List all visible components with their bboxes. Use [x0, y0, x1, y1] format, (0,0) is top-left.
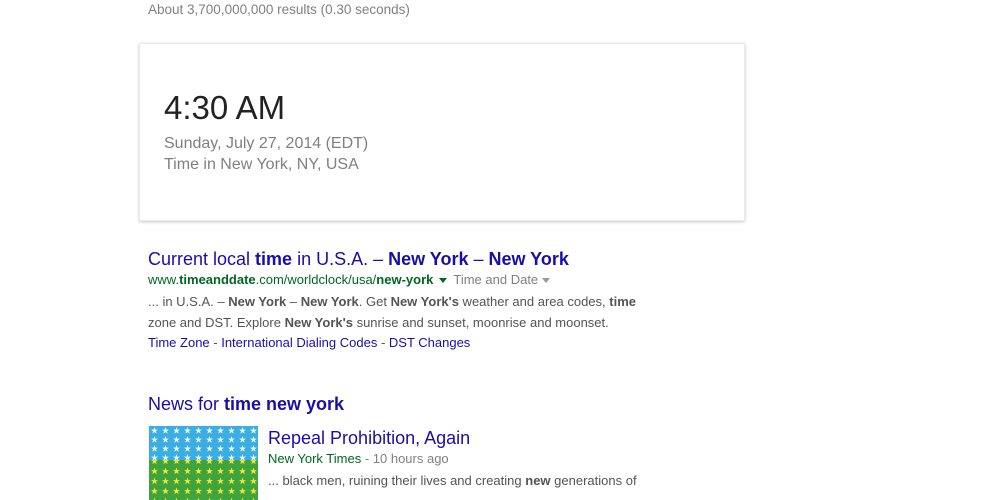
search-results-page: About 3,700,000,000 results (0.30 second… [0, 0, 1000, 500]
sitelink-separator: - [209, 335, 222, 350]
search-result: Current local time in U.S.A. – New York … [148, 248, 718, 352]
result-title-bold: New York [388, 249, 469, 269]
news-separator-text: - [361, 451, 373, 466]
url-options-caret-icon[interactable] [439, 277, 448, 283]
news-source: New York Times [268, 451, 362, 466]
news-item: Repeal Prohibition, Again New York Times… [268, 427, 708, 491]
result-title-text: – [468, 249, 489, 269]
snippet-bold: New York [300, 294, 359, 309]
news-section-header-link[interactable]: News for time new york [148, 393, 344, 415]
snippet-text: sunrise and sunset, moonrise and moonset… [352, 314, 609, 330]
url-text: .com/worldclock/usa/ [255, 272, 377, 287]
news-item-snippet: ... black men, ruining their lives and c… [268, 471, 708, 491]
category-caret-icon[interactable] [542, 277, 551, 283]
sitelink-dst-changes[interactable]: DST Changes [389, 335, 470, 350]
news-thumbnail-image[interactable] [149, 426, 258, 500]
flag-thumbnail-icon [149, 426, 258, 500]
result-title-text: Current local [148, 249, 256, 269]
snippet-text: zone and DST. Explore [148, 314, 285, 330]
time-answer-card: 4:30 AM Sunday, July 27, 2014 (EDT) Time… [139, 43, 745, 221]
news-header-query: time new york [224, 394, 345, 414]
snippet-text: – [286, 294, 301, 309]
snippet-bold: New York's [284, 314, 353, 330]
snippet-text: ... in U.S.A. – [148, 294, 229, 309]
snippet-bold: time [609, 294, 636, 309]
news-header-text: News for [148, 394, 225, 414]
result-title-link[interactable]: Current local time in U.S.A. – New York … [148, 248, 718, 270]
news-item-meta: New York Times - 10 hours ago [268, 450, 708, 468]
sitelink-international-dialing-codes[interactable]: International Dialing Codes [221, 335, 377, 350]
snippet-text: weather and area codes, [458, 294, 610, 309]
url-text-bold: timeanddate [179, 272, 256, 287]
snippet-bold: New York [228, 294, 287, 309]
result-category[interactable]: Time and Date [453, 272, 538, 287]
news-snippet-text: ... black men, ruining their lives and c… [268, 473, 526, 488]
sitelink-time-zone[interactable]: Time Zone [148, 335, 210, 350]
result-url-line: www.timeanddate.com/worldclock/usa/new-y… [148, 271, 718, 289]
news-time-ago: 10 hours ago [372, 451, 449, 466]
result-sitelinks: Time Zone - International Dialing Codes … [148, 333, 718, 352]
url-text: www. [148, 272, 180, 287]
news-item-title-link[interactable]: Repeal Prohibition, Again [268, 427, 708, 449]
news-snippet-text: generations of [550, 473, 637, 488]
snippet-bold: New York's [390, 294, 459, 309]
snippet-line-1: ... in U.S.A. – New York – New York. Get… [148, 292, 718, 313]
time-location: Time in New York, NY, USA [164, 156, 359, 173]
snippet-text: . Get [358, 294, 391, 309]
result-snippet: ... in U.S.A. – New York – New York. Get… [148, 292, 718, 333]
current-date: Sunday, July 27, 2014 (EDT) [164, 135, 369, 152]
url-text-bold: new-york [376, 272, 434, 287]
result-stats: About 3,700,000,000 results (0.30 second… [148, 2, 410, 17]
result-title-bold: New York [488, 249, 569, 269]
sitelink-separator: - [377, 335, 389, 350]
result-url[interactable]: www.timeanddate.com/worldclock/usa/new-y… [148, 272, 433, 287]
result-title-bold: time [255, 249, 293, 269]
news-snippet-bold: new [525, 473, 551, 488]
result-title-text: in U.S.A. – [292, 249, 389, 269]
snippet-line-2: zone and DST. Explore New York's sunrise… [148, 313, 718, 334]
current-time: 4:30 AM [164, 89, 286, 126]
